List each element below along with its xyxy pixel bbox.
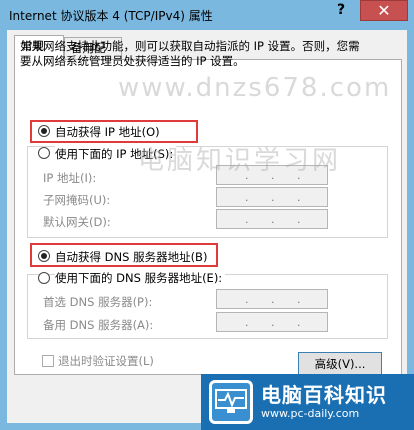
window-title: Internet 协议版本 4 (TCP/IPv4) 属性 xyxy=(9,9,213,23)
preferred-dns-label: 首选 DNS 服务器(P): xyxy=(43,295,153,309)
title-bar[interactable]: Internet 协议版本 4 (TCP/IPv4) 属性 ? ✕ xyxy=(0,0,414,30)
description-text: 如果网络支持此功能，则可以获取自动指派的 IP 设置。否则，您需要从网络系统管理… xyxy=(20,39,360,68)
default-gateway-field: ... xyxy=(216,209,328,229)
validate-settings-checkbox[interactable] xyxy=(42,355,54,367)
highlight-dns-auto xyxy=(30,243,218,267)
highlight-ip-auto xyxy=(30,120,198,143)
ip-manual-label[interactable]: 使用下面的 IP 地址(S): xyxy=(55,146,177,162)
advanced-button[interactable]: 高级(V)... xyxy=(298,352,382,376)
subnet-mask-field: ... xyxy=(216,187,328,207)
site-logo: 电脑百科知识 www.pc-daily.com xyxy=(201,374,414,430)
alternate-dns-label: 备用 DNS 服务器(A): xyxy=(43,318,154,332)
close-button[interactable]: ✕ xyxy=(360,0,408,21)
ip-manual-radio[interactable] xyxy=(38,147,50,159)
dns-manual-radio[interactable] xyxy=(38,272,50,284)
default-gateway-label: 默认网关(D): xyxy=(43,215,111,229)
ip-address-label: IP 地址(I): xyxy=(43,171,97,185)
validate-settings-label[interactable]: 退出时验证设置(L) xyxy=(58,353,154,369)
subnet-mask-label: 子网掩码(U): xyxy=(43,193,111,207)
logo-url: www.pc-daily.com xyxy=(261,407,360,420)
alternate-dns-field: ... xyxy=(216,312,328,332)
dialog-window: Internet 协议版本 4 (TCP/IPv4) 属性 ? ✕ 常规 备用配… xyxy=(0,0,414,430)
logo-brand: 电脑百科知识 xyxy=(261,383,387,407)
ip-address-field: ... xyxy=(216,165,328,185)
help-button[interactable]: ? xyxy=(326,0,356,21)
preferred-dns-field: ... xyxy=(216,289,328,309)
monitor-pulse-icon xyxy=(209,380,253,424)
dns-manual-label[interactable]: 使用下面的 DNS 服务器地址(E): xyxy=(55,270,226,286)
